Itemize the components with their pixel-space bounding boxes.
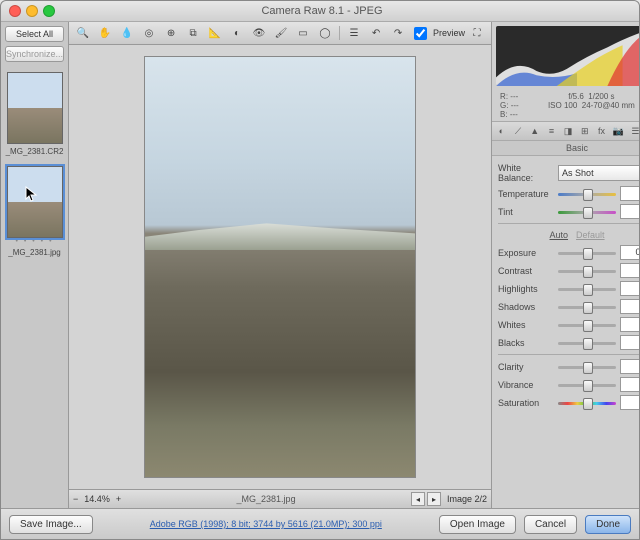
maximize-icon[interactable]	[43, 5, 55, 17]
toolbar: 🔍 ✋ 💧 ◎ ⊕ ⧉ 📐 ◐ 👁 🖌 ▭ ◯ ☰ ↶ ↷ Preview	[69, 22, 491, 45]
preview-checkbox[interactable]	[414, 27, 427, 40]
color-sampler-icon[interactable]: ◎	[139, 24, 159, 42]
tab-hsl-icon[interactable]: ≡	[546, 124, 557, 138]
targeted-adjust-icon[interactable]: ⊕	[161, 24, 181, 42]
close-icon[interactable]	[9, 5, 21, 17]
zoom-level[interactable]: 14.4%	[84, 494, 110, 504]
clarity-slider[interactable]	[558, 361, 616, 373]
tab-calib-icon[interactable]: 📷	[613, 124, 624, 138]
wb-select[interactable]: As Shot▾	[558, 165, 639, 181]
crop-icon[interactable]: ⧉	[183, 24, 203, 42]
preview-label: Preview	[433, 28, 465, 38]
panel-title: Basic	[492, 141, 639, 156]
vibrance-slider[interactable]	[558, 379, 616, 391]
filmstrip: Select All Synchronize... _MG_2381.CR2 •…	[1, 22, 69, 508]
tab-curve-icon[interactable]: ⟋	[513, 124, 524, 138]
contrast-slider[interactable]	[558, 265, 616, 277]
open-image-button[interactable]: Open Image	[439, 515, 516, 534]
radial-icon[interactable]: ◯	[315, 24, 335, 42]
minimize-icon[interactable]	[26, 5, 38, 17]
tab-fx-icon[interactable]: fx	[596, 124, 607, 138]
highlights-slider[interactable]	[558, 283, 616, 295]
tab-lens-icon[interactable]: ⊞	[579, 124, 590, 138]
straighten-icon[interactable]: 📐	[205, 24, 225, 42]
basic-panel: White Balance: As Shot▾ Temperature0 Tin…	[492, 156, 639, 508]
zoom-plus[interactable]: +	[116, 494, 121, 504]
temperature-value[interactable]: 0	[620, 186, 639, 201]
zoom-minus[interactable]: −	[73, 494, 78, 504]
exif-readout: R: --- G: --- B: --- f/5.6 1/200 s ISO 1…	[492, 90, 639, 121]
contrast-value[interactable]: 0	[620, 263, 639, 278]
wb-label: White Balance:	[498, 163, 554, 183]
window-title: Camera Raw 8.1 - JPEG	[55, 5, 589, 17]
panel-tabs: ◐ ⟋ ▲ ≡ ◨ ⊞ fx 📷 ☰ 🕘	[492, 121, 639, 141]
auto-link[interactable]: Auto	[550, 230, 569, 240]
highlights-value[interactable]: 0	[620, 281, 639, 296]
shadows-value[interactable]: 0	[620, 299, 639, 314]
thumbnail[interactable]: _MG_2381.CR2	[5, 72, 64, 156]
thumbnail[interactable]: • • • • • _MG_2381.jpg	[5, 166, 64, 257]
status-filename: _MG_2381.jpg	[127, 494, 405, 504]
thumbnail-label: _MG_2381.CR2	[5, 147, 64, 156]
workflow-link[interactable]: Adobe RGB (1998); 8 bit; 3744 by 5616 (2…	[101, 519, 431, 529]
footer: Save Image... Adobe RGB (1998); 8 bit; 3…	[1, 508, 639, 539]
thumbnail-label: _MG_2381.jpg	[5, 248, 64, 257]
tab-basic-icon[interactable]: ◐	[496, 124, 507, 138]
tab-preset-icon[interactable]: ☰	[630, 124, 639, 138]
exposure-slider[interactable]	[558, 247, 616, 259]
zoom-tool-icon[interactable]: 🔍	[73, 24, 93, 42]
synchronize-button[interactable]: Synchronize...	[5, 46, 64, 62]
save-image-button[interactable]: Save Image...	[9, 515, 93, 534]
whites-value[interactable]: 0	[620, 317, 639, 332]
done-button[interactable]: Done	[585, 515, 631, 534]
clarity-value[interactable]: 0	[620, 359, 639, 374]
saturation-slider[interactable]	[558, 397, 616, 409]
titlebar: Camera Raw 8.1 - JPEG	[1, 1, 639, 22]
redeye-icon[interactable]: 👁	[249, 24, 269, 42]
prefs-icon[interactable]: ☰	[344, 24, 364, 42]
default-link[interactable]: Default	[576, 230, 605, 240]
rotate-left-icon[interactable]: ↶	[366, 24, 386, 42]
next-image-button[interactable]: ▸	[427, 492, 441, 506]
image-canvas[interactable]	[69, 45, 491, 489]
brush-icon[interactable]: 🖌	[271, 24, 291, 42]
eyedropper-icon[interactable]: 💧	[117, 24, 137, 42]
tab-detail-icon[interactable]: ▲	[529, 124, 540, 138]
blacks-value[interactable]: 0	[620, 335, 639, 350]
tint-slider[interactable]	[558, 206, 616, 218]
image-counter: Image 2/2	[447, 494, 487, 504]
hand-tool-icon[interactable]: ✋	[95, 24, 115, 42]
prev-image-button[interactable]: ◂	[411, 492, 425, 506]
gradient-icon[interactable]: ▭	[293, 24, 313, 42]
shadows-slider[interactable]	[558, 301, 616, 313]
tint-value[interactable]: 0	[620, 204, 639, 219]
blacks-slider[interactable]	[558, 337, 616, 349]
vibrance-value[interactable]: 0	[620, 377, 639, 392]
temperature-slider[interactable]	[558, 188, 616, 200]
saturation-value[interactable]: 0	[620, 395, 639, 410]
exposure-value[interactable]: 0.00	[620, 245, 639, 260]
tab-split-icon[interactable]: ◨	[563, 124, 574, 138]
select-all-button[interactable]: Select All	[5, 26, 64, 42]
photo-preview	[144, 56, 416, 478]
status-bar: − 14.4% + _MG_2381.jpg ◂ ▸ Image 2/2	[69, 489, 491, 508]
cancel-button[interactable]: Cancel	[524, 515, 577, 534]
histogram[interactable]	[496, 26, 639, 86]
fullscreen-icon[interactable]: ⛶	[467, 24, 487, 42]
rotate-right-icon[interactable]: ↷	[388, 24, 408, 42]
spot-removal-icon[interactable]: ◐	[227, 24, 247, 42]
whites-slider[interactable]	[558, 319, 616, 331]
